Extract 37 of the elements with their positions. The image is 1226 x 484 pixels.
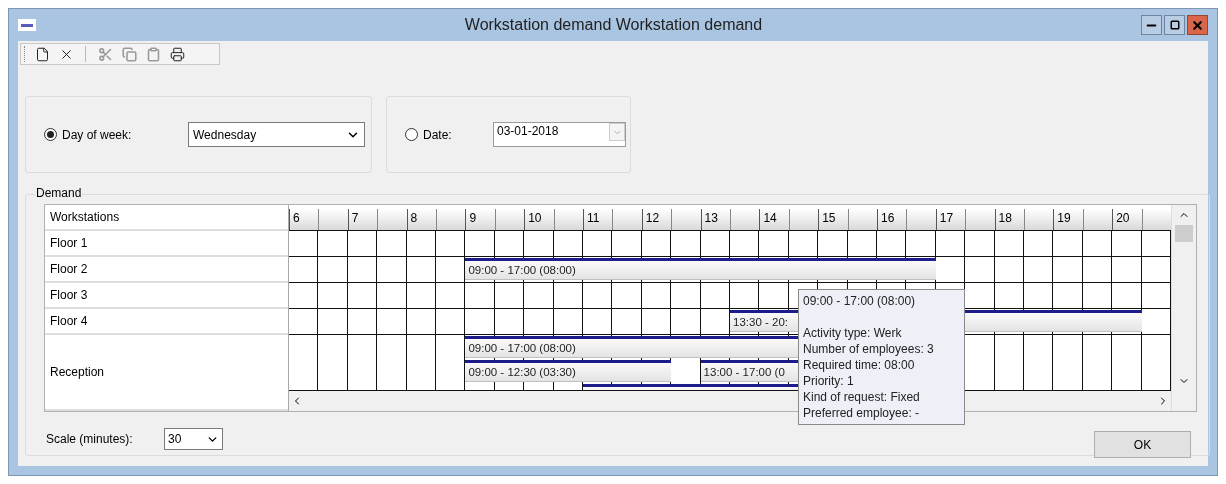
- hour-header: 9: [465, 209, 495, 230]
- hour-header: 7: [347, 209, 378, 230]
- hour-header: 17: [935, 209, 966, 230]
- hour-header: 19: [1053, 209, 1083, 230]
- hour-header: 20: [1112, 209, 1142, 230]
- bar-label: 13:00 - 17:00 (0: [703, 366, 785, 378]
- hour-header: 18: [994, 209, 1024, 230]
- date-label: Date:: [423, 126, 453, 144]
- hour-header: 6: [289, 209, 319, 230]
- column-header: Workstations: [45, 205, 288, 231]
- bar-label: 13:30 - 20:: [733, 316, 788, 328]
- tooltip-line: Priority: 1: [803, 373, 855, 389]
- bar-label: 09:00 - 17:00 (08:00): [468, 264, 576, 276]
- bar-label: 09:00 - 17:00 (08:00): [468, 342, 576, 354]
- tooltip-title: 09:00 - 17:00 (08:00): [803, 293, 917, 309]
- hour-header: 8: [406, 209, 436, 230]
- scale-label: Scale (minutes):: [46, 431, 134, 448]
- hour-header: 10: [524, 209, 554, 230]
- tooltip-line: Number of employees: 3: [803, 341, 935, 357]
- day-of-week-label: Day of week:: [62, 126, 133, 144]
- tooltip-line: Kind of request: Fixed: [803, 389, 921, 405]
- hour-header: 13: [700, 209, 730, 230]
- workstation-name: Reception: [45, 335, 288, 411]
- hour-header: 16: [876, 209, 907, 230]
- demand-group-title: Demand: [35, 186, 83, 200]
- hour-header: 12: [641, 209, 672, 230]
- hour-header: 14: [759, 209, 789, 230]
- workstation-name: Floor 1: [45, 231, 288, 257]
- hour-header: 15: [818, 209, 848, 230]
- hour-header: 11: [583, 209, 613, 230]
- workstation-name: Floor 3: [45, 283, 288, 309]
- window-title: Workstation demand Workstation demand: [464, 15, 763, 35]
- bar-label: 09:00 - 12:30 (03:30): [468, 366, 576, 378]
- workstation-name: Floor 2: [45, 257, 288, 283]
- tooltip-line: Required time: 08:00: [803, 357, 916, 373]
- tooltip-line: Preferred employee: -: [803, 405, 921, 421]
- workstation-name: Floor 4: [45, 309, 288, 335]
